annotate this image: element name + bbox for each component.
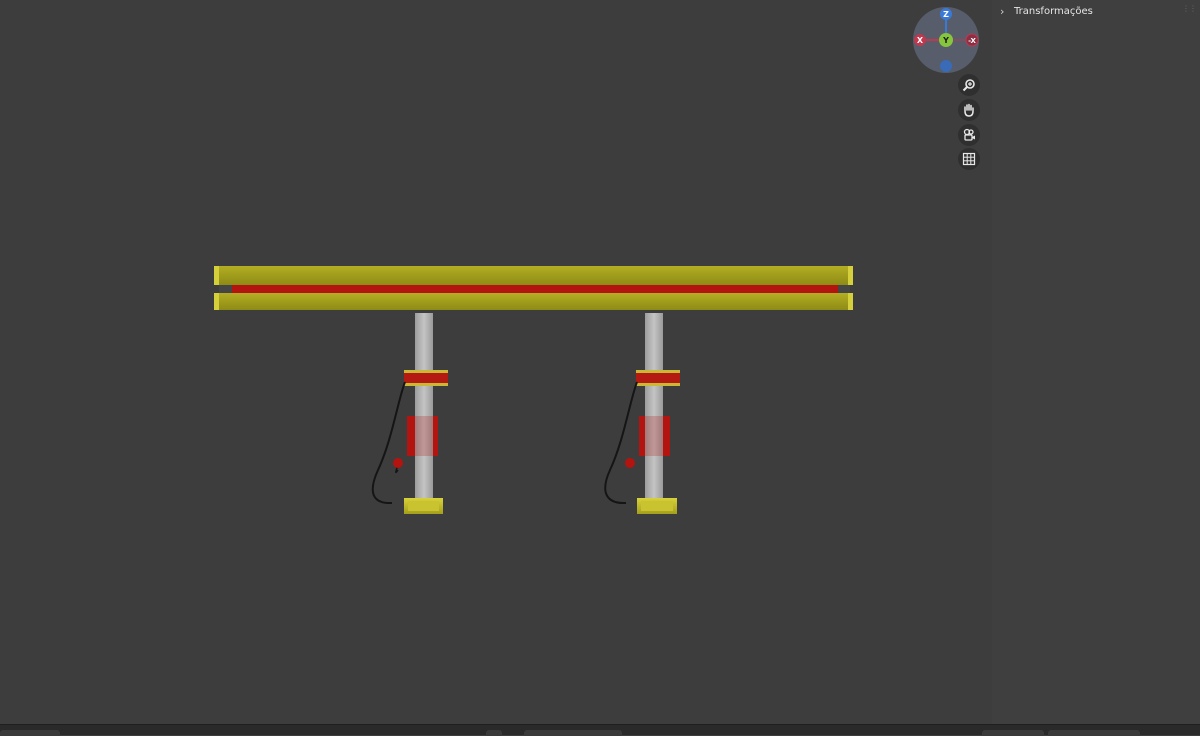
axis-x-label: X — [917, 36, 924, 45]
camera-view-button[interactable] — [958, 124, 980, 146]
zoom-button[interactable] — [958, 74, 980, 96]
status-bar — [0, 724, 1200, 736]
grid-icon — [962, 152, 976, 166]
camera-icon — [963, 128, 975, 141]
prop-post[interactable] — [415, 313, 433, 506]
prop-cable — [604, 381, 638, 505]
status-chip[interactable] — [0, 730, 60, 736]
axis-neg-x-label: -X — [968, 37, 976, 45]
3d-viewport[interactable] — [0, 0, 992, 724]
status-chip[interactable] — [982, 730, 1044, 736]
axis-neg-z-handle[interactable] — [940, 60, 952, 72]
transform-panel-header[interactable]: › Transformações — [1000, 4, 1093, 18]
axis-y-label: Y — [942, 36, 949, 45]
properties-sidebar[interactable]: › Transformações ⋮⋮ — [992, 0, 1200, 724]
beam-top[interactable] — [214, 266, 853, 285]
navigation-gizmo[interactable]: Z X -X Y — [912, 6, 980, 74]
chevron-right-icon: › — [1000, 4, 1005, 18]
status-chip[interactable] — [486, 730, 502, 736]
drag-handle-icon[interactable]: ⋮⋮ — [1182, 4, 1197, 13]
axis-z-label: Z — [943, 10, 949, 19]
prop-post[interactable] — [645, 313, 663, 506]
pan-button[interactable] — [958, 99, 980, 121]
shore-prop-right[interactable] — [604, 313, 680, 514]
scene-canvas[interactable] — [0, 0, 992, 724]
beam-assembly[interactable] — [214, 266, 853, 310]
ortho-toggle-button[interactable] — [958, 148, 980, 170]
beam-red-core[interactable] — [232, 285, 838, 293]
hand-pan-icon — [964, 103, 974, 117]
prop-cable — [371, 381, 406, 505]
zoom-icon — [962, 79, 975, 92]
beam-bottom[interactable] — [214, 293, 853, 310]
transform-panel-title: Transformações — [1014, 5, 1093, 17]
status-chip[interactable] — [1048, 730, 1140, 736]
shore-prop-left[interactable] — [371, 313, 448, 514]
status-chip[interactable] — [524, 730, 622, 736]
